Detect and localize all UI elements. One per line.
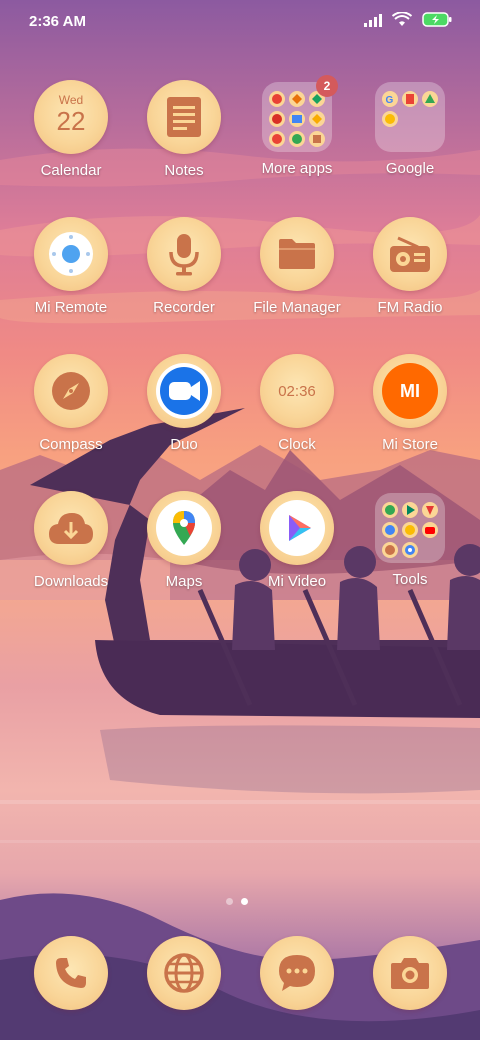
dock-camera[interactable]	[350, 936, 470, 1010]
message-bubble-icon	[260, 936, 334, 1010]
radio-icon	[373, 217, 447, 291]
notes-icon	[147, 80, 221, 154]
folder-more-apps[interactable]: 2 More apps	[237, 75, 357, 177]
mi-store-icon: MI	[373, 354, 447, 428]
app-mini-icon	[269, 131, 285, 147]
app-label: Compass	[39, 436, 103, 453]
home-screen-grid: Wed 22 Calendar Notes 2 More apps G Goog…	[0, 0, 480, 1040]
battery-charging-icon	[422, 12, 452, 27]
page-indicator	[226, 898, 248, 905]
app-notes[interactable]: Notes	[124, 80, 244, 179]
app-label: Tools	[392, 571, 428, 588]
app-mini-icon	[402, 542, 418, 558]
wifi-icon	[392, 12, 412, 26]
folder-icon: G	[375, 82, 445, 152]
app-mi-remote[interactable]: Mi Remote	[11, 217, 131, 316]
status-icons	[364, 12, 452, 27]
app-label: Duo	[170, 436, 198, 453]
folder-google[interactable]: G Google	[350, 80, 470, 177]
status-time: 2:36 AM	[29, 13, 86, 30]
calendar-date: 22	[56, 106, 86, 136]
folder-icon	[375, 493, 445, 563]
status-bar: 2:36 AM	[0, 0, 480, 44]
maps-pin-icon	[147, 491, 221, 565]
app-label: Mi Video	[267, 573, 327, 590]
app-mini-icon	[422, 91, 438, 107]
app-label: File Manager	[253, 299, 341, 316]
app-label: Clock	[278, 436, 316, 453]
page-dot[interactable]	[226, 898, 233, 905]
app-label: Mi Store	[382, 436, 438, 453]
play-icon	[260, 491, 334, 565]
app-mini-icon	[382, 542, 398, 558]
app-recorder[interactable]: Recorder	[124, 217, 244, 316]
app-mini-icon	[382, 111, 398, 127]
signal-icon	[364, 13, 382, 27]
app-mini-icon	[289, 91, 305, 107]
cloud-download-icon	[34, 491, 108, 565]
app-mini-icon	[422, 522, 438, 538]
folder-file-icon	[260, 217, 334, 291]
app-calendar[interactable]: Wed 22 Calendar	[11, 80, 131, 179]
app-mini-icon	[289, 111, 305, 127]
app-mi-video[interactable]: Mi Video	[237, 491, 357, 590]
app-mini-icon	[269, 91, 285, 107]
dock-messages[interactable]	[237, 936, 357, 1010]
app-label: Downloads	[33, 573, 109, 590]
app-mini-icon	[402, 91, 418, 107]
app-mini-icon	[269, 111, 285, 127]
globe-icon	[147, 936, 221, 1010]
app-label: Recorder	[153, 299, 215, 316]
compass-icon	[34, 354, 108, 428]
app-duo[interactable]: Duo	[124, 354, 244, 453]
app-label: Mi Remote	[34, 299, 108, 316]
app-maps[interactable]: Maps	[124, 491, 244, 590]
camera-icon	[373, 936, 447, 1010]
app-label: FM Radio	[377, 299, 443, 316]
app-mini-icon	[309, 131, 325, 147]
app-mini-icon	[422, 502, 438, 518]
dock-browser[interactable]	[124, 936, 244, 1010]
app-mini-icon	[289, 131, 305, 147]
folder-icon: 2	[262, 75, 338, 152]
app-mini-icon: G	[382, 91, 398, 107]
svg-text:G: G	[386, 95, 394, 105]
clock-time: 02:36	[278, 382, 316, 400]
mi-logo-text: MI	[400, 381, 420, 401]
app-clock[interactable]: 02:36 Clock	[237, 354, 357, 453]
app-downloads[interactable]: Downloads	[11, 491, 131, 590]
notification-badge: 2	[316, 75, 338, 97]
calendar-icon: Wed 22	[34, 80, 108, 154]
app-label: Google	[385, 160, 435, 177]
app-label: Maps	[165, 573, 203, 590]
remote-icon	[34, 217, 108, 291]
app-compass[interactable]: Compass	[11, 354, 131, 453]
phone-icon	[34, 936, 108, 1010]
app-fm-radio[interactable]: FM Radio	[350, 217, 470, 316]
app-mini-icon	[382, 522, 398, 538]
app-file-manager[interactable]: File Manager	[237, 217, 357, 316]
dock-phone[interactable]	[11, 936, 131, 1010]
app-mini-icon	[402, 522, 418, 538]
app-mi-store[interactable]: MI Mi Store	[350, 354, 470, 453]
app-mini-icon	[309, 111, 325, 127]
app-label: More apps	[261, 160, 333, 177]
clock-icon: 02:36	[260, 354, 334, 428]
app-label: Notes	[164, 162, 204, 179]
app-mini-icon	[382, 502, 398, 518]
folder-tools[interactable]: Tools	[350, 491, 470, 588]
page-dot-active[interactable]	[241, 898, 248, 905]
app-mini-icon	[402, 502, 418, 518]
calendar-day: Wed	[58, 93, 84, 107]
app-label: Calendar	[40, 162, 102, 179]
microphone-icon	[147, 217, 221, 291]
video-camera-icon	[147, 354, 221, 428]
